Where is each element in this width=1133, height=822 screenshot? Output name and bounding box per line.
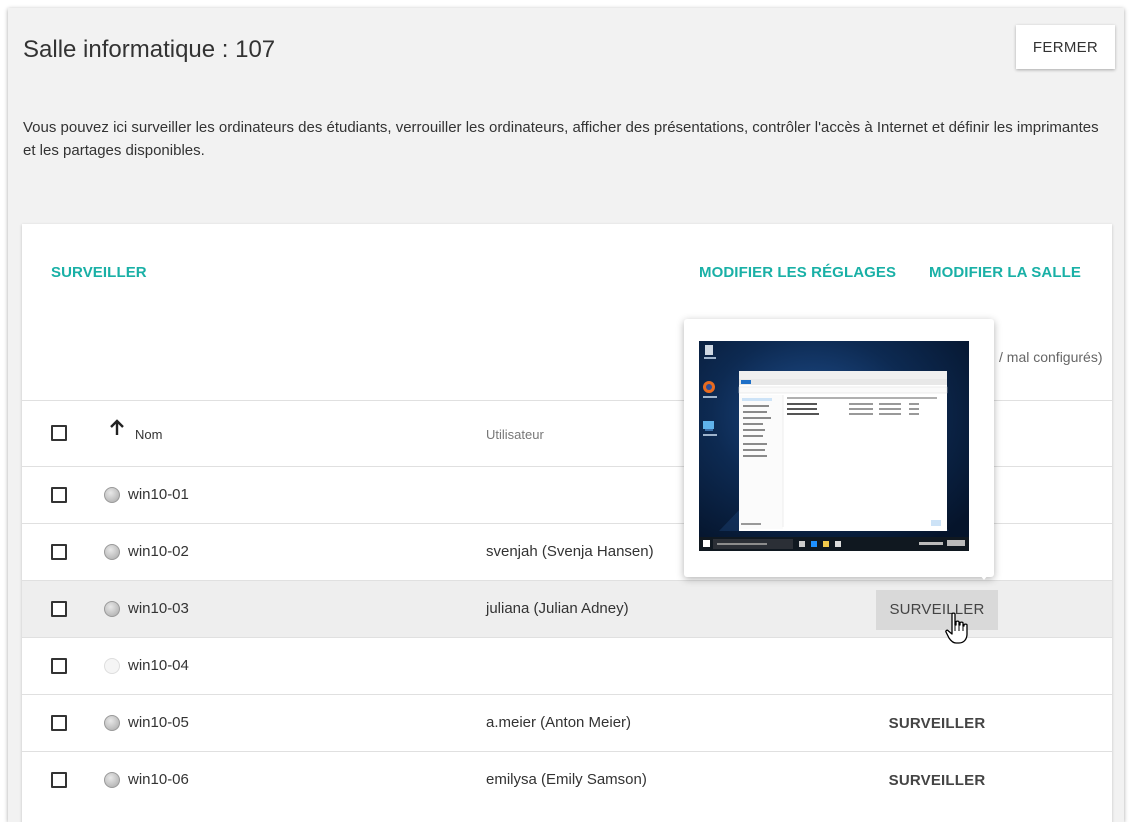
computer-name: win10-01 <box>128 486 189 503</box>
column-user-header: Utilisateur <box>486 427 544 442</box>
select-all-checkbox[interactable] <box>51 425 67 441</box>
status-dot-icon <box>104 487 120 503</box>
popup-pointer <box>976 570 992 580</box>
computer-name: win10-05 <box>128 714 189 731</box>
description: Vous pouvez ici surveiller les ordinateu… <box>23 119 1099 159</box>
column-name-header[interactable]: Nom <box>135 427 162 442</box>
edit-room-link[interactable]: MODIFIER LA SALLE <box>929 264 1081 281</box>
status-dot-icon <box>104 601 120 617</box>
hand-pointer-icon <box>945 612 968 644</box>
user-name: emilysa (Emily Samson) <box>486 771 647 788</box>
row-checkbox[interactable] <box>51 772 67 788</box>
row-checkbox[interactable] <box>51 601 67 617</box>
page-title: Salle informatique : 107 <box>23 36 276 63</box>
table-row[interactable]: win10-06 emilysa (Emily Samson) SURVEILL… <box>22 751 1112 809</box>
edit-settings-link[interactable]: MODIFIER LES RÉGLAGES <box>699 264 896 281</box>
taskbar <box>699 537 969 551</box>
status-dot-icon <box>104 772 120 788</box>
file-explorer-window <box>738 371 948 531</box>
row-checkbox[interactable] <box>51 487 67 503</box>
status-dot-icon <box>104 544 120 560</box>
row-checkbox[interactable] <box>51 715 67 731</box>
row-checkbox[interactable] <box>51 658 67 674</box>
user-name: svenjah (Svenja Hansen) <box>486 543 654 560</box>
monitor-button[interactable]: SURVEILLER <box>876 590 998 630</box>
computer-name: win10-02 <box>128 543 189 560</box>
arrow-up-icon[interactable] <box>108 419 126 437</box>
screen-preview-popup <box>684 319 994 577</box>
table-row[interactable]: win10-05 a.meier (Anton Meier) SURVEILLE… <box>22 694 1112 752</box>
monitor-button[interactable]: SURVEILLER <box>876 761 998 801</box>
monitor-link[interactable]: SURVEILLER <box>51 264 147 281</box>
user-name: juliana (Julian Adney) <box>486 600 629 617</box>
status-dot-icon <box>104 715 120 731</box>
row-checkbox[interactable] <box>51 544 67 560</box>
status-note: / mal configurés) <box>999 349 1103 365</box>
computer-name: win10-06 <box>128 771 189 788</box>
close-button[interactable]: FERMER <box>1016 25 1115 69</box>
computer-name: win10-04 <box>128 657 189 674</box>
status-dot-icon <box>104 658 120 674</box>
computer-name: win10-03 <box>128 600 189 617</box>
screen-thumbnail <box>699 341 969 551</box>
user-name: a.meier (Anton Meier) <box>486 714 632 731</box>
monitor-button[interactable]: SURVEILLER <box>876 704 998 744</box>
